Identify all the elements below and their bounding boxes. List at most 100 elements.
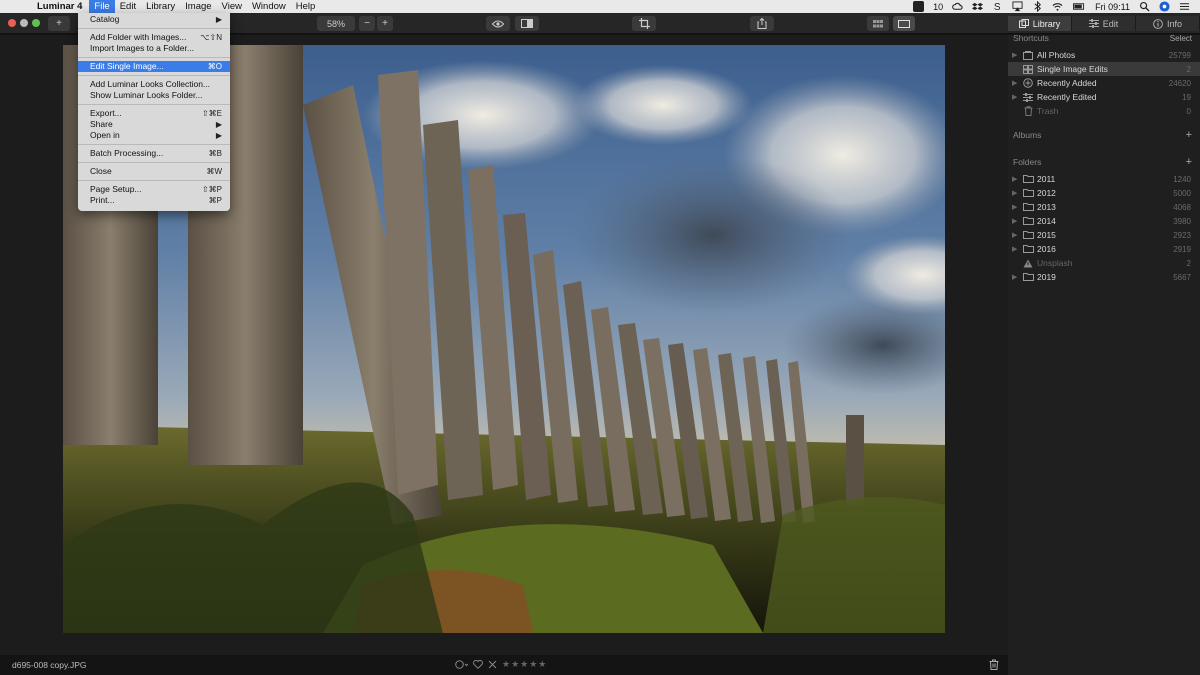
folder-name: 2015 — [1037, 230, 1056, 240]
chevron-right-icon[interactable]: ▶ — [1012, 231, 1020, 239]
menu-separator — [78, 57, 230, 58]
folder-icon — [1022, 216, 1034, 226]
folder-name: 2014 — [1037, 216, 1056, 226]
cloud-icon[interactable] — [952, 1, 963, 12]
menu-item-import-images[interactable]: Import Images to a Folder... — [78, 43, 230, 54]
zoom-level-dropdown[interactable]: 58% — [317, 16, 355, 31]
folder-2012[interactable]: ▶ 2012 5000 — [1008, 186, 1200, 200]
chevron-right-icon[interactable]: ▶ — [1012, 189, 1020, 197]
menu-item-print[interactable]: Print... ⌘P — [78, 195, 230, 206]
tab-info-label: Info — [1166, 18, 1182, 29]
shortcut-single-image-edits[interactable]: Single Image Edits 2 — [1008, 62, 1200, 76]
delete-trash-icon[interactable] — [989, 659, 999, 670]
folder-name: 2011 — [1037, 174, 1056, 184]
folder-2011[interactable]: ▶ 2011 1240 — [1008, 172, 1200, 186]
close-window-button[interactable] — [8, 19, 16, 27]
chevron-right-icon[interactable]: ▶ — [1012, 245, 1020, 253]
chevron-right-icon[interactable]: ▶ — [1012, 93, 1020, 101]
folder-count: 1240 — [1173, 174, 1191, 184]
shortcut-recently-edited[interactable]: ▶ Recently Edited 19 — [1008, 90, 1200, 104]
menu-separator — [78, 28, 230, 29]
airplay-icon[interactable] — [1012, 1, 1023, 12]
menu-item-catalog[interactable]: Catalog ▶ — [78, 14, 230, 25]
chevron-right-icon[interactable]: ▶ — [1012, 217, 1020, 225]
menu-library[interactable]: Library — [141, 0, 180, 13]
menu-item-show-looks-folder[interactable]: Show Luminar Looks Folder... — [78, 90, 230, 101]
tab-library[interactable]: Library — [1008, 16, 1072, 31]
tab-info[interactable]: Info — [1136, 16, 1200, 31]
add-album-button[interactable]: + — [1186, 129, 1192, 141]
folder-name: 2019 — [1037, 272, 1056, 282]
shortcut-recently-added[interactable]: ▶ Recently Added 24620 — [1008, 76, 1200, 90]
menu-separator — [78, 104, 230, 105]
sliders-icon — [1088, 19, 1099, 28]
menu-file[interactable]: File — [89, 0, 115, 13]
menu-item-add-looks-collection[interactable]: Add Luminar Looks Collection... — [78, 79, 230, 90]
menu-window[interactable]: Window — [247, 0, 291, 13]
app-badge-icon[interactable] — [913, 1, 925, 12]
shortcut-all-photos[interactable]: ▶ All Photos 25799 — [1008, 48, 1200, 62]
folders-heading: Folders — [1013, 157, 1042, 167]
chevron-right-icon[interactable]: ▶ — [1012, 51, 1020, 59]
gallery-view-button[interactable] — [867, 16, 889, 31]
preview-eye-button[interactable] — [486, 16, 510, 31]
menu-item-add-folder[interactable]: Add Folder with Images... ⌥⇧N — [78, 32, 230, 43]
spotlight-icon[interactable] — [1139, 1, 1150, 12]
folder-icon — [1022, 230, 1034, 240]
shortcut-trash[interactable]: Trash 0 — [1008, 104, 1200, 118]
menu-item-page-setup[interactable]: Page Setup... ⇧⌘P — [78, 184, 230, 195]
menu-view[interactable]: View — [217, 0, 247, 13]
chevron-right-icon[interactable]: ▶ — [1012, 203, 1020, 211]
folder-2014[interactable]: ▶ 2014 3980 — [1008, 214, 1200, 228]
file-menu-dropdown: Catalog ▶ Add Folder with Images... ⌥⇧N Im… — [78, 13, 230, 211]
clock[interactable]: Fri 09:11 — [1095, 2, 1130, 12]
folder-2013[interactable]: ▶ 2013 4068 — [1008, 200, 1200, 214]
heart-icon[interactable] — [473, 660, 483, 669]
folder-count: 5667 — [1173, 272, 1191, 282]
folder-2015[interactable]: ▶ 2015 2923 — [1008, 228, 1200, 242]
star-rating[interactable]: ★★★★★ — [502, 659, 547, 670]
folder-unsplash[interactable]: Unsplash 2 — [1008, 256, 1200, 270]
folder-2016[interactable]: ▶ 2016 2919 — [1008, 242, 1200, 256]
bluetooth-icon[interactable] — [1032, 1, 1043, 12]
menu-image[interactable]: Image — [180, 0, 216, 13]
user-avatar-icon[interactable] — [1159, 1, 1170, 12]
menu-edit[interactable]: Edit — [115, 0, 141, 13]
chevron-right-icon[interactable]: ▶ — [1012, 175, 1020, 183]
chevron-right-icon[interactable]: ▶ — [1012, 273, 1020, 281]
wifi-icon[interactable] — [1052, 1, 1063, 12]
chevron-right-icon[interactable]: ▶ — [1012, 79, 1020, 87]
share-button[interactable] — [750, 16, 774, 31]
menu-item-export[interactable]: Export... ⇧⌘E — [78, 108, 230, 119]
menu-item-open-in[interactable]: Open in ▶ — [78, 130, 230, 141]
menu-help[interactable]: Help — [291, 0, 321, 13]
menu-item-edit-single-image[interactable]: Edit Single Image... ⌘O — [78, 61, 230, 72]
folder-icon — [1022, 272, 1034, 282]
zoom-in-button[interactable]: + — [377, 16, 393, 31]
menu-item-batch-processing[interactable]: Batch Processing... ⌘B — [78, 148, 230, 159]
color-label-icon[interactable] — [455, 660, 468, 669]
zoom-out-button[interactable]: − — [359, 16, 375, 31]
select-button[interactable]: Select — [1170, 34, 1192, 43]
file-name: d695-008 copy.JPG — [12, 660, 87, 670]
tab-edit[interactable]: Edit — [1072, 16, 1136, 31]
dropbox-icon[interactable] — [972, 1, 984, 12]
fullscreen-window-button[interactable] — [32, 19, 40, 27]
tab-edit-label: Edit — [1102, 18, 1119, 29]
add-folder-button[interactable]: + — [1186, 156, 1192, 168]
add-images-button[interactable]: + — [48, 16, 70, 31]
battery-icon[interactable] — [1072, 1, 1086, 12]
menu-item-close[interactable]: Close ⌘W — [78, 166, 230, 177]
app-menu[interactable]: Luminar 4 — [32, 0, 89, 13]
scrivener-icon[interactable]: S — [992, 1, 1003, 12]
grid-icon — [873, 19, 883, 27]
crop-button[interactable] — [632, 16, 656, 31]
compare-button[interactable] — [515, 16, 539, 31]
minimize-window-button[interactable] — [20, 19, 28, 27]
reject-icon[interactable] — [488, 660, 497, 669]
notification-center-icon[interactable] — [1179, 1, 1190, 12]
single-view-button[interactable] — [893, 16, 915, 31]
menu-separator — [78, 162, 230, 163]
folder-2019[interactable]: ▶ 2019 5667 — [1008, 270, 1200, 284]
menu-item-share[interactable]: Share ▶ — [78, 119, 230, 130]
